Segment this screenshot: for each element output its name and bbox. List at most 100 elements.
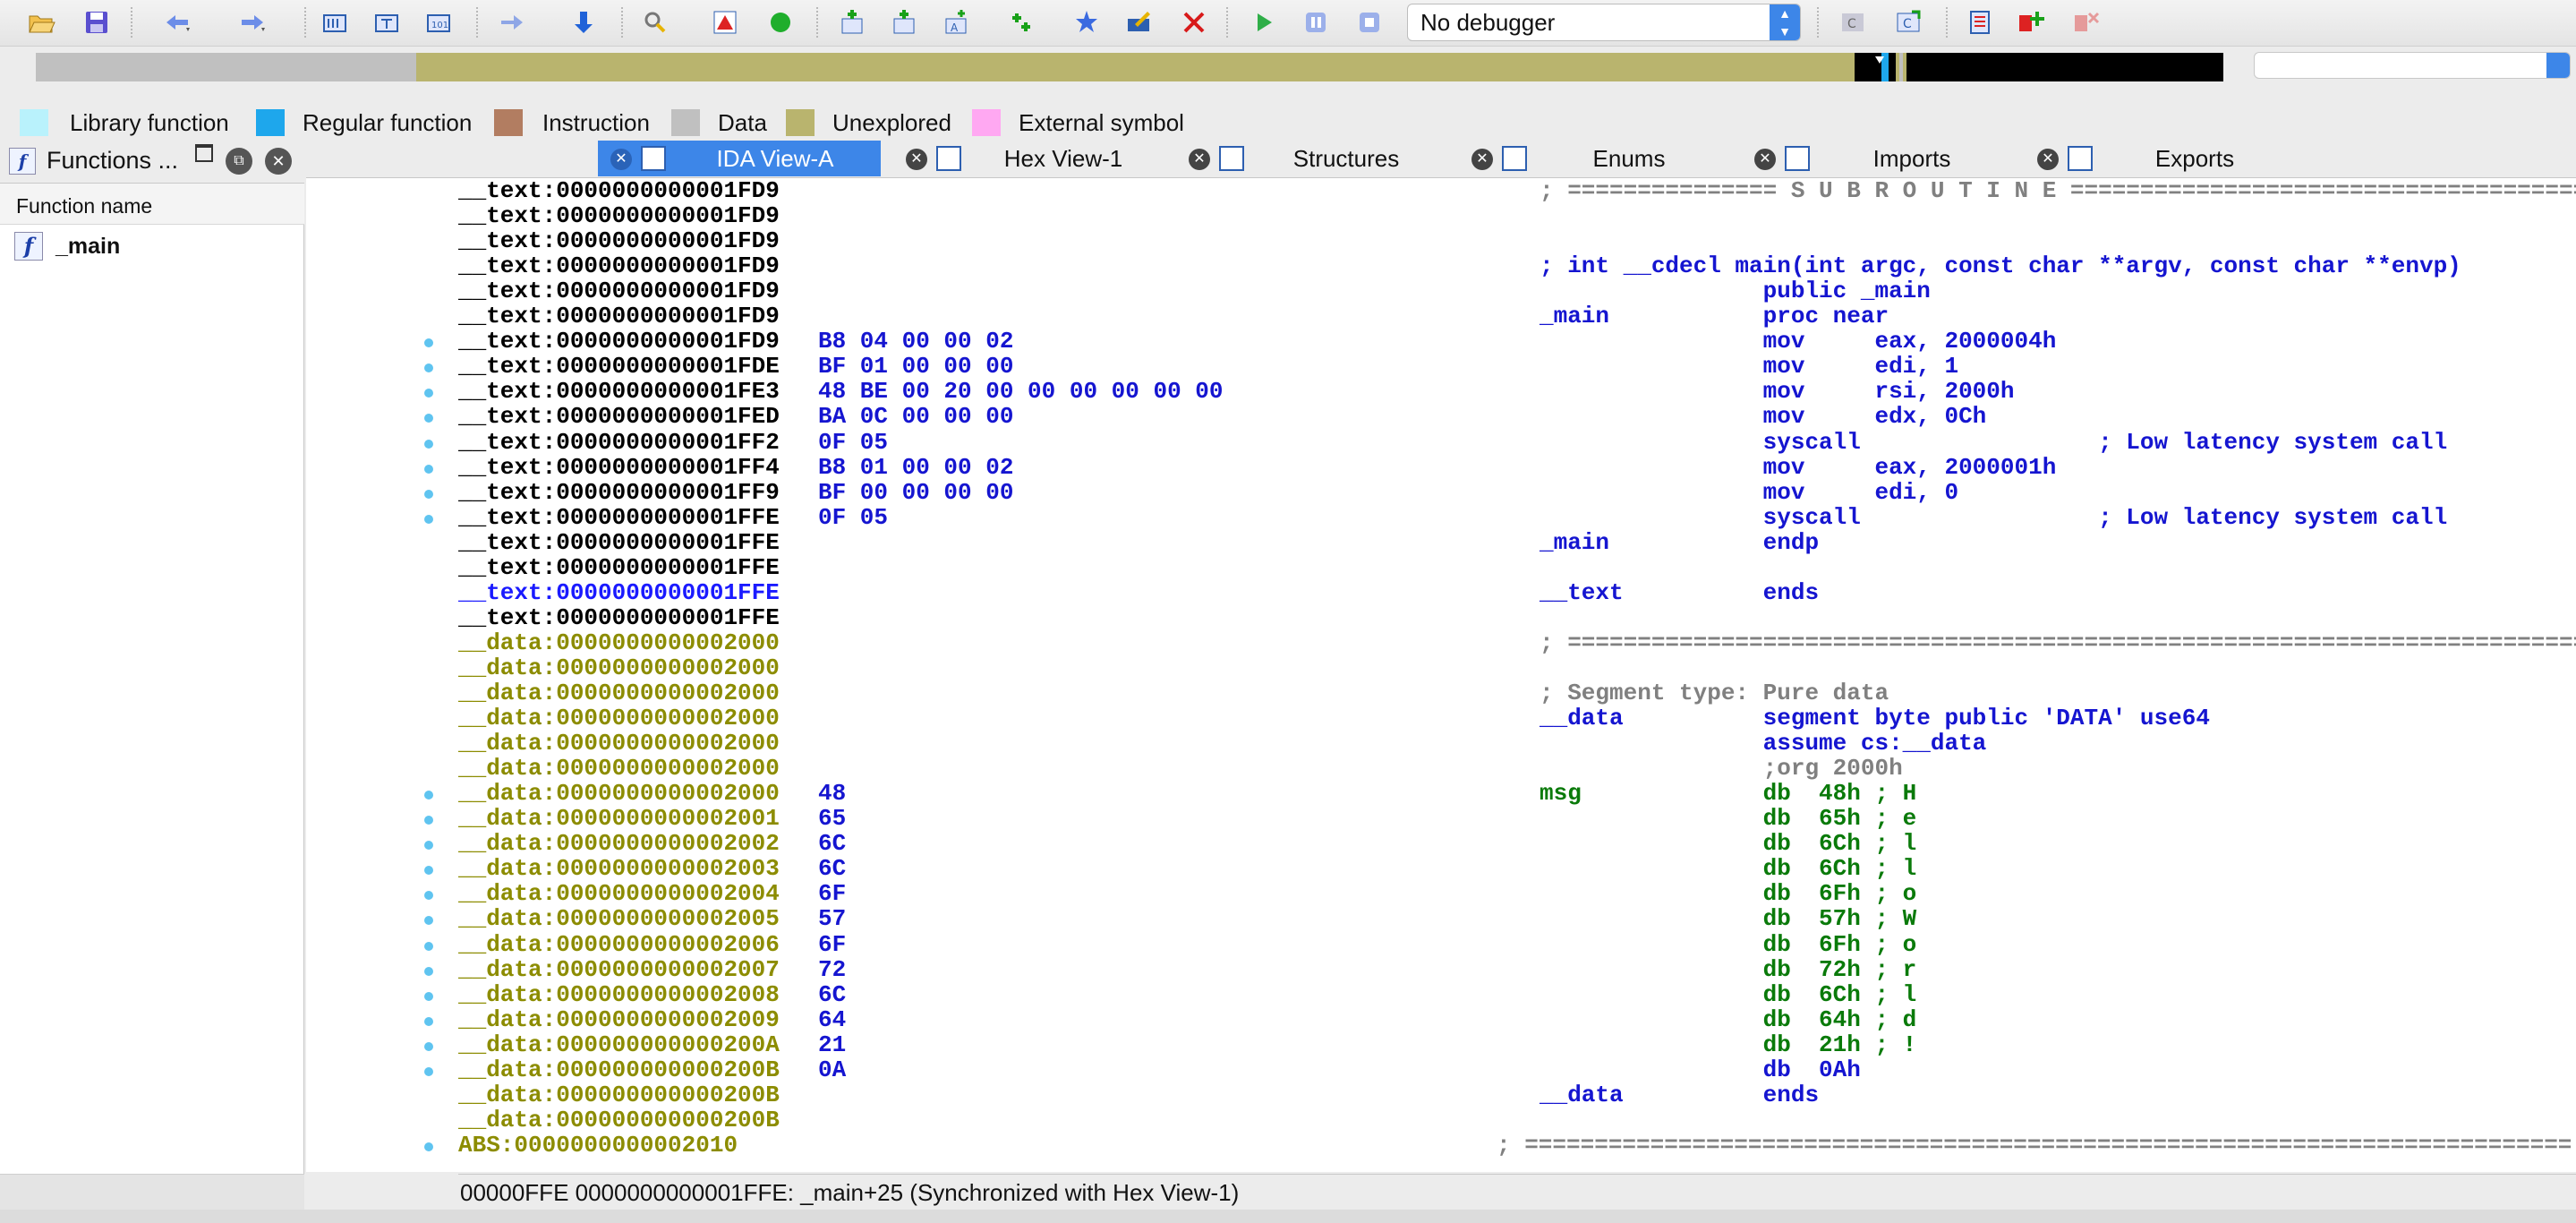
svg-text:C: C — [1903, 17, 1912, 31]
forward-icon[interactable] — [236, 6, 269, 38]
close-tab-icon[interactable]: ✕ — [1189, 149, 1210, 170]
tab-label: Structures — [1292, 145, 1400, 172]
float-icon[interactable]: ⧉ — [226, 148, 252, 175]
run-icon[interactable] — [764, 6, 797, 38]
listing-address: __data:0000000000002000 — [458, 654, 780, 681]
edit-icon[interactable] — [1122, 6, 1155, 38]
nav-range-select[interactable] — [2254, 52, 2571, 79]
listing-bytes: 64 — [818, 1005, 847, 1033]
imports-icon — [1785, 146, 1810, 171]
listing-instruction: mov eax, 2000001h — [1540, 453, 2057, 481]
warning-icon[interactable] — [709, 6, 741, 38]
gutter-dot[interactable] — [424, 1142, 433, 1151]
toolbar-separator — [1226, 7, 1228, 38]
function-icon: f — [14, 232, 43, 261]
tab-exports[interactable]: ✕ Exports — [2025, 141, 2293, 176]
text-icon[interactable] — [371, 6, 403, 38]
close-tab-icon[interactable]: ✕ — [1471, 149, 1493, 170]
pause-icon[interactable] — [1300, 6, 1332, 38]
down-arrow-icon[interactable] — [567, 6, 600, 38]
search-icon[interactable] — [639, 6, 671, 38]
trace-icon[interactable]: C — [1892, 6, 1924, 38]
function-icon: f — [9, 148, 36, 175]
legend-swatch-unexplored — [786, 109, 815, 136]
back-icon[interactable] — [161, 6, 193, 38]
listing-instruction: _main endp — [1540, 528, 1820, 556]
panel-icon[interactable] — [1964, 6, 1996, 38]
listing-instruction: db 6Ch ; l — [1540, 855, 1917, 883]
function-name-column-header[interactable]: Function name — [0, 184, 304, 225]
listing-instruction: db 72h ; r — [1540, 955, 1917, 983]
gutter-dot[interactable] — [424, 489, 433, 499]
tab-label: IDA View-A — [716, 145, 834, 172]
function-list-item-label: _main — [55, 233, 121, 259]
close-tab-icon[interactable]: ✕ — [610, 149, 632, 170]
hex-icon[interactable]: 101 — [422, 6, 455, 38]
breakpoint-icon[interactable]: C — [1837, 6, 1869, 38]
listing-address: __text:0000000000001FFE — [458, 553, 780, 581]
listing-instruction: mov edi, 0 — [1540, 478, 1959, 506]
add-code-icon[interactable] — [836, 6, 868, 38]
navigation-strip[interactable] — [36, 53, 2223, 81]
nav-segment-external — [1906, 53, 2223, 81]
listing-address: __text:0000000000001FDE — [458, 353, 780, 381]
listing-address: __data:0000000000002007 — [458, 955, 780, 983]
gutter-dot[interactable] — [424, 1066, 433, 1076]
main-toolbar: 101 A No debugger ▲ ▼ C C — [0, 0, 2576, 47]
stop-icon[interactable] — [1353, 6, 1386, 38]
play-icon[interactable] — [1248, 6, 1280, 38]
legend-swatch-library — [20, 109, 48, 136]
delete-icon[interactable] — [1178, 6, 1210, 38]
function-list-item[interactable]: f _main — [14, 225, 120, 268]
functions-panel-footer — [0, 1174, 304, 1210]
add-string-icon[interactable]: A — [940, 6, 972, 38]
gutter-dot[interactable] — [424, 1016, 433, 1026]
enums-icon — [1502, 146, 1527, 171]
functions-panel-header: f Functions ... ⧉ ✕ — [0, 139, 304, 184]
svg-text:101: 101 — [431, 21, 448, 30]
breakpoint-gutter[interactable] — [306, 178, 458, 1172]
listing-address: __text:0000000000001FF4 — [458, 453, 780, 481]
close-tab-icon[interactable]: ✕ — [1754, 149, 1776, 170]
chevron-updown-icon: ▲ ▼ — [1770, 4, 1800, 40]
gutter-dot[interactable] — [424, 941, 433, 951]
gutter-dot[interactable] — [424, 439, 433, 449]
remove-bp-icon[interactable] — [2069, 6, 2102, 38]
open-icon[interactable] — [25, 6, 57, 38]
gutter-dot[interactable] — [424, 514, 433, 524]
tab-ida-view-a[interactable]: ✕ IDA View-A — [598, 141, 881, 176]
close-tab-icon[interactable]: ✕ — [906, 149, 927, 170]
add-bp-icon[interactable] — [2014, 6, 2046, 38]
toolbar-separator — [304, 7, 306, 38]
debugger-select-value: No debugger — [1420, 9, 1556, 36]
listing-instruction: db 0Ah — [1540, 1056, 1861, 1083]
gutter-dot[interactable] — [424, 991, 433, 1001]
binary-icon[interactable] — [319, 6, 351, 38]
close-icon[interactable]: ✕ — [265, 148, 292, 175]
listing-bytes: 6F — [818, 880, 847, 908]
star-icon[interactable] — [1070, 6, 1103, 38]
gutter-dot[interactable] — [424, 966, 433, 976]
debugger-select[interactable]: No debugger ▲ ▼ — [1407, 4, 1801, 41]
tab-structures[interactable]: ✕ Structures — [1176, 141, 1445, 176]
listing-address: __data:0000000000002008 — [458, 980, 780, 1008]
listing-address: __text:0000000000001FD9 — [458, 227, 780, 255]
add-struct-icon[interactable] — [1008, 6, 1040, 38]
listing-address: __data:000000000000200B — [458, 1106, 780, 1133]
tab-hex-view-1[interactable]: ✕ Hex View-1 — [893, 141, 1162, 176]
jump-icon[interactable] — [496, 6, 528, 38]
disassembly-listing[interactable]: __text:0000000000001FD9 ; ===============… — [458, 178, 2576, 1172]
legend-swatch-external — [972, 109, 1001, 136]
legend-label-data: Data — [718, 109, 767, 136]
tab-imports[interactable]: ✕ Imports — [1742, 141, 2010, 176]
minimize-icon[interactable] — [195, 144, 213, 162]
close-tab-icon[interactable]: ✕ — [2037, 149, 2059, 170]
listing-address: __text:0000000000001FFE — [458, 528, 780, 556]
listing-bytes: 65 — [818, 805, 847, 833]
gutter-dot[interactable] — [424, 464, 433, 474]
listing-address: __text:0000000000001FFE — [458, 603, 780, 631]
add-data-icon[interactable] — [888, 6, 920, 38]
tab-enums[interactable]: ✕ Enums — [1459, 141, 1727, 176]
gutter-dot[interactable] — [424, 1041, 433, 1051]
save-icon[interactable] — [81, 6, 113, 38]
